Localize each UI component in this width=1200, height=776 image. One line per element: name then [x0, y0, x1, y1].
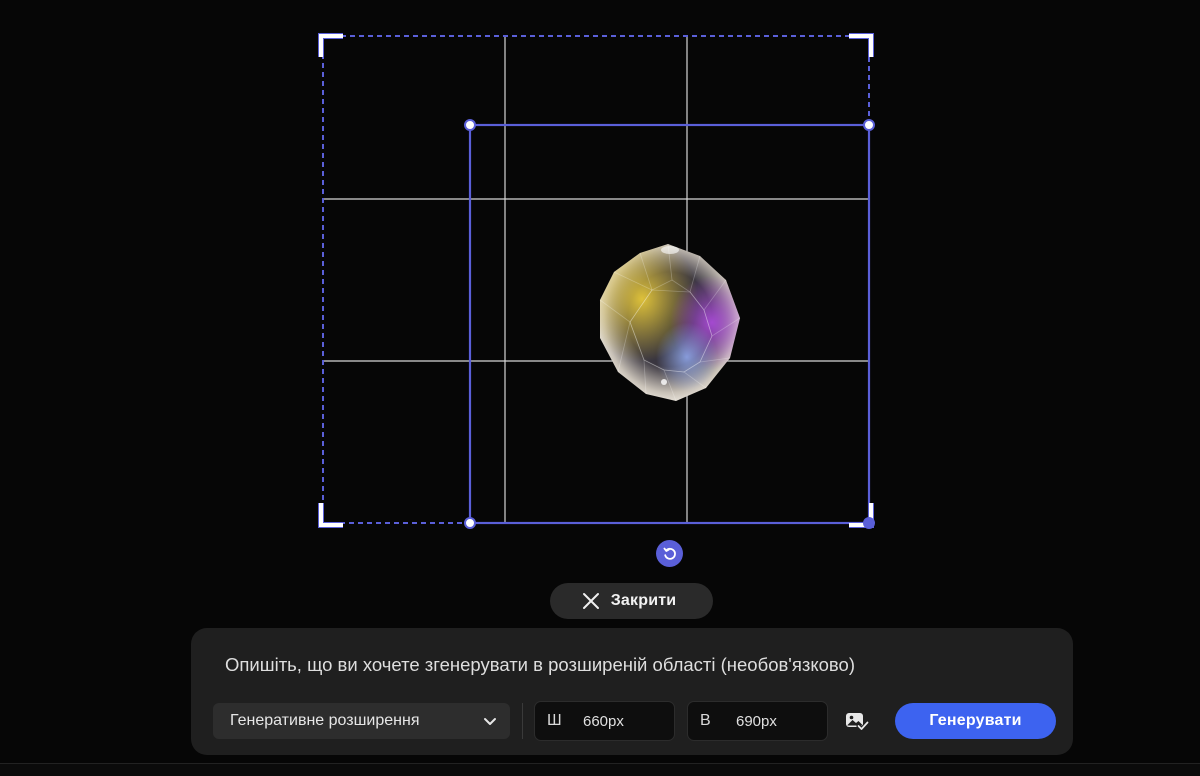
generate-button[interactable]: Генерувати	[895, 703, 1056, 739]
taskbar-strip	[0, 763, 1200, 776]
chevron-down-icon	[484, 718, 496, 725]
crystal-image	[599, 243, 741, 402]
expansion-region[interactable]	[322, 35, 870, 524]
width-field[interactable]: Ш 660px	[534, 701, 675, 741]
rotate-ccw-icon	[663, 547, 676, 560]
width-field-value: 660px	[583, 712, 624, 730]
thirds-grid	[323, 36, 869, 523]
divider	[522, 703, 523, 739]
close-button[interactable]: Закрити	[550, 583, 713, 619]
expansion-canvas	[318, 33, 875, 529]
height-field-prefix: В	[700, 712, 711, 729]
width-field-prefix: Ш	[547, 712, 562, 729]
prompt-input[interactable]	[225, 650, 1045, 680]
generation-panel: Генеративне розширення Ш 660px В 690px Г…	[191, 628, 1073, 755]
height-field-value: 690px	[736, 712, 777, 730]
reset-position-button[interactable]	[656, 540, 683, 567]
close-button-label: Закрити	[610, 592, 677, 609]
canvas-area: Закрити	[0, 0, 1200, 620]
mode-select-label: Генеративне розширення	[230, 712, 420, 729]
generate-button-label: Генерувати	[929, 712, 1022, 729]
height-field[interactable]: В 690px	[687, 701, 828, 741]
corner-handles[interactable]	[318, 33, 874, 528]
image-check-icon[interactable]	[844, 710, 870, 732]
mode-select[interactable]: Генеративне розширення	[213, 703, 510, 739]
close-icon	[582, 593, 599, 609]
